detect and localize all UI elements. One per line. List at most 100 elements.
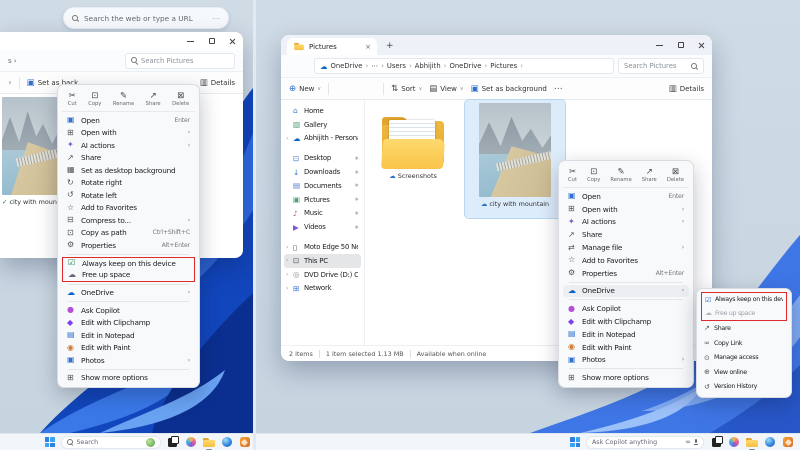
menu-item[interactable]: ⊞ Show more options (62, 372, 195, 385)
menu-item[interactable]: ✦ AI actions › (62, 139, 195, 152)
menu-item[interactable]: ▣ Open Enter (62, 114, 195, 127)
set-as-background-button[interactable]: ▣ Set as background (471, 84, 547, 94)
menu-item[interactable]: ◉ Edit with Paint (563, 341, 689, 354)
menu-action[interactable]: ✎ Rename (610, 168, 631, 183)
new-tab-button[interactable]: + (386, 38, 394, 55)
menu-item[interactable]: ▤ Edit in Notepad (563, 328, 689, 341)
edge-icon[interactable] (221, 436, 233, 448)
breadcrumb-bar[interactable]: ☁ OneDrive › ⋯ › Users › Abhijith (314, 58, 614, 74)
desktop-search-bar[interactable]: Search the web or type a URL ⋯ (63, 7, 229, 29)
menu-item[interactable]: ⚙ Properties Alt+Enter (62, 239, 195, 252)
menu-item[interactable]: ● Ask Copilot (563, 302, 689, 315)
copilot-icon[interactable] (185, 436, 197, 448)
tab-close-icon[interactable]: × (365, 43, 371, 51)
menu-item[interactable]: ↗ Share (563, 228, 689, 241)
copilot-icon[interactable] (728, 436, 740, 448)
breadcrumb[interactable]: s › (8, 57, 17, 65)
file-tile-image-selected[interactable]: ☁ city with mountain (465, 100, 565, 218)
menu-item[interactable]: ◆ Edit with Clipchamp (563, 315, 689, 328)
breadcrumb-item[interactable]: Pictures › (490, 62, 526, 70)
menu-item[interactable]: ☆ Add to Favorites (62, 202, 195, 215)
menu-item[interactable]: ▣ Photos › (62, 354, 195, 367)
menu-item[interactable]: ▣ Open Enter (563, 190, 689, 203)
sidebar-item[interactable]: › ⊡ This PC (284, 254, 361, 268)
menu-action[interactable]: ⊡ Copy (587, 168, 600, 183)
menu-item[interactable]: ⊡ Copy as path Ctrl+Shift+C (62, 227, 195, 240)
menu-item[interactable]: ↺ Version History (701, 380, 787, 395)
menu-item[interactable]: ⚙ Properties Alt+Enter (563, 267, 689, 280)
breadcrumb-item[interactable]: OneDrive › (449, 62, 490, 70)
menu-item[interactable]: ☁ OneDrive › (62, 287, 195, 300)
view-button[interactable]: ▤ View ∨ (429, 84, 463, 94)
taskbar-copilot-search[interactable]: Ask Copilot anything ∞ (586, 436, 704, 449)
file-explorer-icon[interactable] (203, 436, 215, 448)
menu-action[interactable]: ✎ Rename (113, 92, 134, 107)
sidebar-item[interactable]: › ▯ Moto Edge 50 Neo (284, 240, 361, 254)
details-toggle[interactable]: ▥ Details (669, 84, 704, 94)
menu-item[interactable]: ● Ask Copilot (62, 304, 195, 317)
sidebar-item[interactable]: ▧ Gallery (284, 118, 361, 132)
menu-item[interactable]: ⊕ View online (701, 365, 787, 380)
breadcrumb-item[interactable]: ⋯ › (371, 62, 387, 70)
more-icon[interactable]: ⋯ (212, 14, 220, 23)
new-button[interactable]: ⊕ New ∨ (289, 84, 321, 94)
file-tile-folder[interactable]: ☁ Screenshots (369, 102, 457, 214)
menu-item[interactable]: ☆ Add to Favorites (563, 254, 689, 267)
maximize-button[interactable] (201, 32, 222, 50)
menu-action[interactable]: ↗ Share (146, 92, 161, 107)
sidebar-item[interactable]: ↓ Downloads ∗ (284, 165, 361, 179)
photos-app-icon[interactable] (782, 436, 794, 448)
menu-action[interactable]: ⊠ Delete (172, 92, 189, 107)
task-view-icon[interactable] (710, 436, 722, 448)
sidebar-item[interactable]: ▣ Pictures ∗ (284, 193, 361, 207)
menu-action[interactable]: ✂ Cut (68, 92, 77, 107)
menu-item[interactable]: ☑ Always keep on this device (62, 257, 195, 270)
maximize-button[interactable] (670, 35, 691, 55)
menu-action[interactable]: ⊠ Delete (667, 168, 684, 183)
task-view-icon[interactable] (167, 436, 179, 448)
sidebar-item[interactable]: ▶ Videos ∗ (284, 220, 361, 234)
menu-item[interactable]: ◆ Edit with Clipchamp (62, 317, 195, 330)
menu-item[interactable]: ☁ OneDrive › (563, 285, 689, 298)
menu-item[interactable]: ↗ Share (62, 152, 195, 165)
menu-item[interactable]: ☁ Free up space (701, 307, 787, 322)
sort-button[interactable]: ⇅ Sort ∨ (391, 84, 422, 94)
menu-action[interactable]: ✂ Cut (568, 168, 577, 183)
menu-item[interactable]: ⊞ Show more options (563, 371, 689, 384)
minimize-button[interactable] (180, 32, 201, 50)
menu-item[interactable]: ↻ Rotate right (62, 177, 195, 190)
photos-app-icon[interactable] (239, 436, 251, 448)
breadcrumb-item[interactable]: Abhijith › (415, 62, 450, 70)
more-icon[interactable]: ⋯ (554, 84, 563, 94)
menu-item[interactable]: ☁ Free up space (62, 269, 195, 282)
breadcrumb-item[interactable]: Users › (387, 62, 415, 70)
sidebar-item[interactable]: ⊡ Desktop ∗ (284, 151, 361, 165)
menu-action[interactable]: ⊡ Copy (88, 92, 101, 107)
menu-item[interactable]: ⊙ Manage access (701, 350, 787, 365)
sidebar-item[interactable]: ⌂ Home (284, 104, 361, 118)
edge-icon[interactable] (764, 436, 776, 448)
menu-item[interactable]: ↺ Rotate left (62, 189, 195, 202)
search-input[interactable]: Search Pictures (618, 58, 704, 74)
breadcrumb-item[interactable]: OneDrive › (331, 62, 372, 70)
menu-item[interactable]: ⊞ Open with › (563, 203, 689, 216)
menu-item[interactable]: ▦ Set as desktop background (62, 164, 195, 177)
file-explorer-icon[interactable] (746, 436, 758, 448)
close-button[interactable] (691, 35, 712, 55)
search-input[interactable]: Search Pictures (125, 53, 235, 69)
menu-item[interactable]: ✦ AI actions › (563, 216, 689, 229)
microphone-icon[interactable] (694, 439, 698, 445)
details-toggle[interactable]: ▥ Details (200, 78, 235, 88)
menu-item[interactable]: ▤ Edit in Notepad (62, 329, 195, 342)
windows-start-icon[interactable] (45, 437, 55, 447)
windows-start-icon[interactable] (570, 437, 580, 447)
sidebar-item[interactable]: ♪ Music ∗ (284, 207, 361, 221)
sidebar-item[interactable]: › ☁ Abhijith - Personal (284, 132, 361, 146)
menu-item[interactable]: ∞ Copy Link (701, 336, 787, 351)
chevron-down-icon[interactable]: ∨ (8, 80, 12, 86)
sidebar-item[interactable]: ▤ Documents ∗ (284, 179, 361, 193)
menu-item[interactable]: ▣ Photos › (563, 354, 689, 367)
taskbar-search[interactable]: Search (61, 436, 161, 449)
menu-item[interactable]: ◉ Edit with Paint (62, 342, 195, 355)
menu-item[interactable]: ↗ Share (701, 321, 787, 336)
